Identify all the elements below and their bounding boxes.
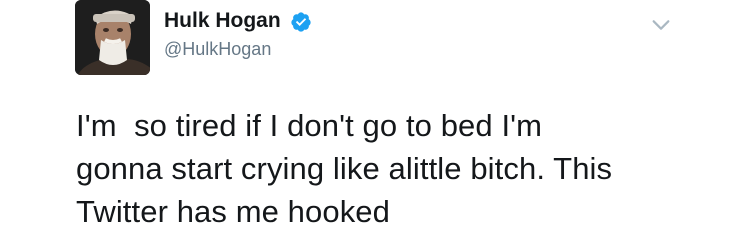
tweet-text: I'm so tired if I don't go to bed I'm go…	[76, 108, 613, 229]
avatar-photo-icon	[75, 0, 150, 75]
user-handle[interactable]: @HulkHogan	[164, 38, 271, 60]
chevron-down-icon[interactable]	[650, 14, 672, 36]
display-name[interactable]: Hulk Hogan	[164, 8, 281, 34]
verified-badge-icon	[291, 12, 311, 32]
avatar[interactable]	[75, 0, 150, 75]
tweet-card: Hulk Hogan @HulkHogan I'm so tired if I …	[0, 0, 750, 250]
